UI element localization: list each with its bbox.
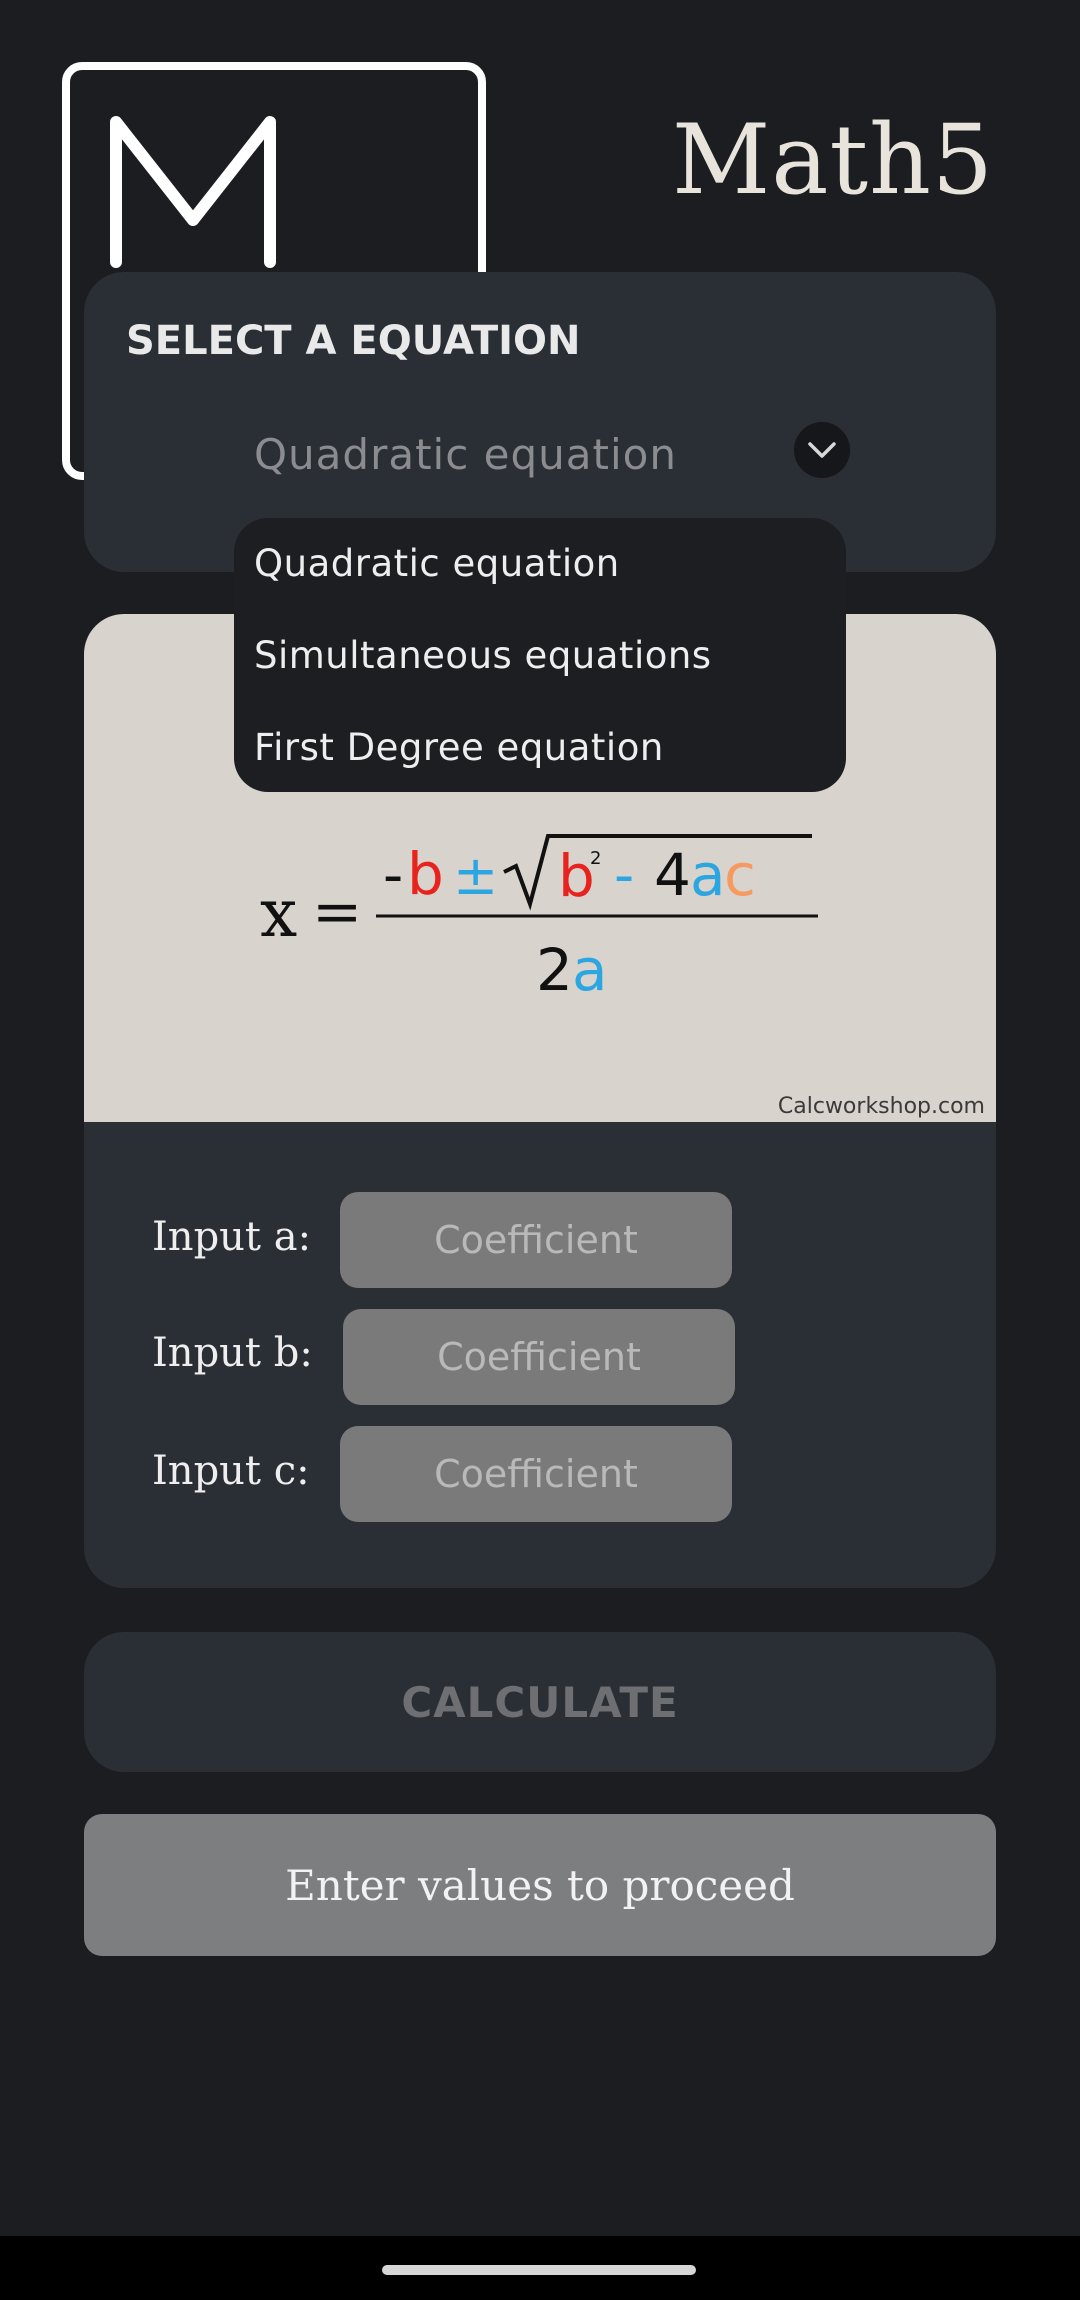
formula-denominator-a: a — [572, 936, 608, 1004]
formula-neg-b-letter: b — [407, 840, 444, 908]
formula-neg: - — [383, 843, 403, 908]
select-heading: SELECT A EQUATION — [126, 318, 581, 364]
dropdown-toggle-button[interactable] — [794, 422, 850, 478]
formula-two: 2 — [536, 936, 573, 1004]
input-a-field[interactable] — [340, 1192, 732, 1288]
input-c-label: Input c: — [152, 1448, 310, 1494]
app-title: Math5 — [671, 104, 994, 216]
input-a-label: Input a: — [152, 1214, 312, 1260]
formula-a: a — [690, 841, 726, 909]
equation-select-value[interactable]: Quadratic equation — [254, 430, 677, 479]
dropdown-option-simultaneous[interactable]: Simultaneous equations — [254, 634, 712, 677]
calculate-label: CALCULATE — [401, 1677, 679, 1727]
equation-dropdown-menu: Quadratic equation Simultaneous equation… — [234, 518, 846, 792]
logo-letter-m — [110, 116, 276, 268]
calculate-button[interactable]: CALCULATE — [84, 1632, 996, 1772]
input-c-field[interactable] — [340, 1426, 732, 1522]
formula-four: 4 — [654, 841, 691, 909]
status-text: Enter values to proceed — [285, 1860, 795, 1910]
dropdown-option-quadratic[interactable]: Quadratic equation — [254, 542, 620, 585]
chevron-down-icon — [808, 442, 836, 458]
home-gesture-handle[interactable] — [382, 2265, 696, 2275]
formula-credit: Calcworkshop.com — [777, 1094, 985, 1119]
status-box: Enter values to proceed — [84, 1814, 996, 1956]
input-b-field[interactable] — [343, 1309, 735, 1405]
formula-plus-minus: ± — [453, 844, 498, 907]
formula-exponent: 2 — [590, 848, 601, 869]
input-b-label: Input b: — [152, 1330, 313, 1376]
formula-c: c — [724, 841, 756, 909]
formula-minus: - — [614, 843, 634, 908]
formula-equals: = — [312, 877, 362, 947]
formula-x: x — [260, 875, 297, 952]
dropdown-option-first-degree[interactable]: First Degree equation — [254, 726, 664, 769]
